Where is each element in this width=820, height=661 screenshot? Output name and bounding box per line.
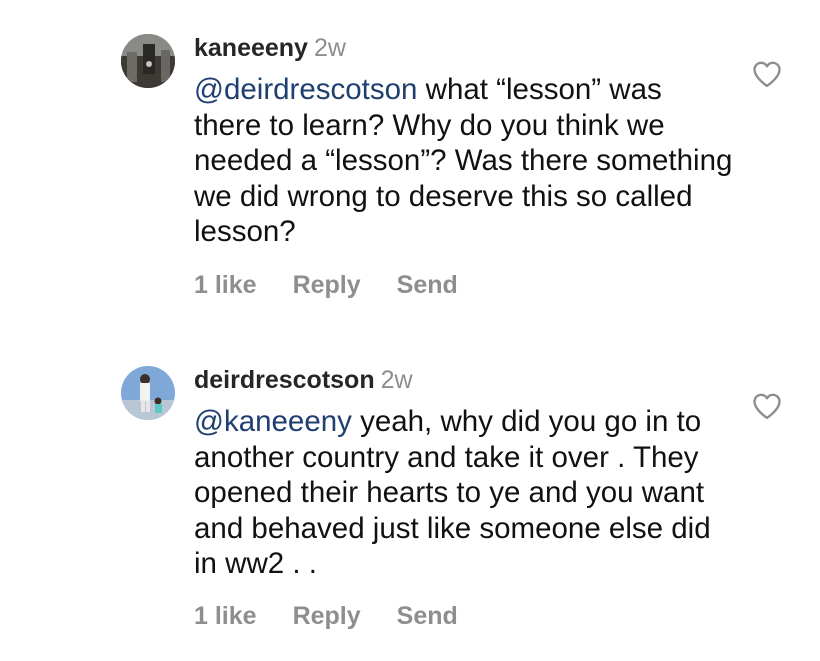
- timestamp: 2w: [313, 34, 346, 62]
- heart-outline-icon[interactable]: [752, 60, 782, 88]
- username[interactable]: kaneeeny: [194, 34, 308, 62]
- comment-actions: 1 like Reply Send: [194, 601, 494, 631]
- comment-header: kaneeeny 2w: [194, 33, 346, 63]
- comment-actions: 1 like Reply Send: [194, 270, 494, 300]
- comment-text: @kaneeeny yeah, why did you go in to ano…: [194, 404, 734, 582]
- heart-outline-icon[interactable]: [752, 392, 782, 420]
- username[interactable]: deirdrescotson: [194, 366, 375, 394]
- send-button[interactable]: Send: [397, 602, 458, 630]
- mention-link[interactable]: @kaneeeny: [194, 405, 352, 438]
- avatar[interactable]: [121, 34, 175, 88]
- likes-count[interactable]: 1 like: [194, 271, 257, 299]
- avatar-image: [121, 366, 175, 420]
- timestamp: 2w: [380, 366, 413, 394]
- send-button[interactable]: Send: [397, 271, 458, 299]
- mention-link[interactable]: @deirdrescotson: [194, 73, 417, 106]
- comment-header: deirdrescotson 2w: [194, 365, 413, 395]
- avatar[interactable]: [121, 366, 175, 420]
- reply-button[interactable]: Reply: [293, 602, 361, 630]
- comment-text: @deirdrescotson what “lesson” was there …: [194, 72, 734, 250]
- likes-count[interactable]: 1 like: [194, 602, 257, 630]
- reply-button[interactable]: Reply: [293, 271, 361, 299]
- avatar-image: [121, 34, 175, 88]
